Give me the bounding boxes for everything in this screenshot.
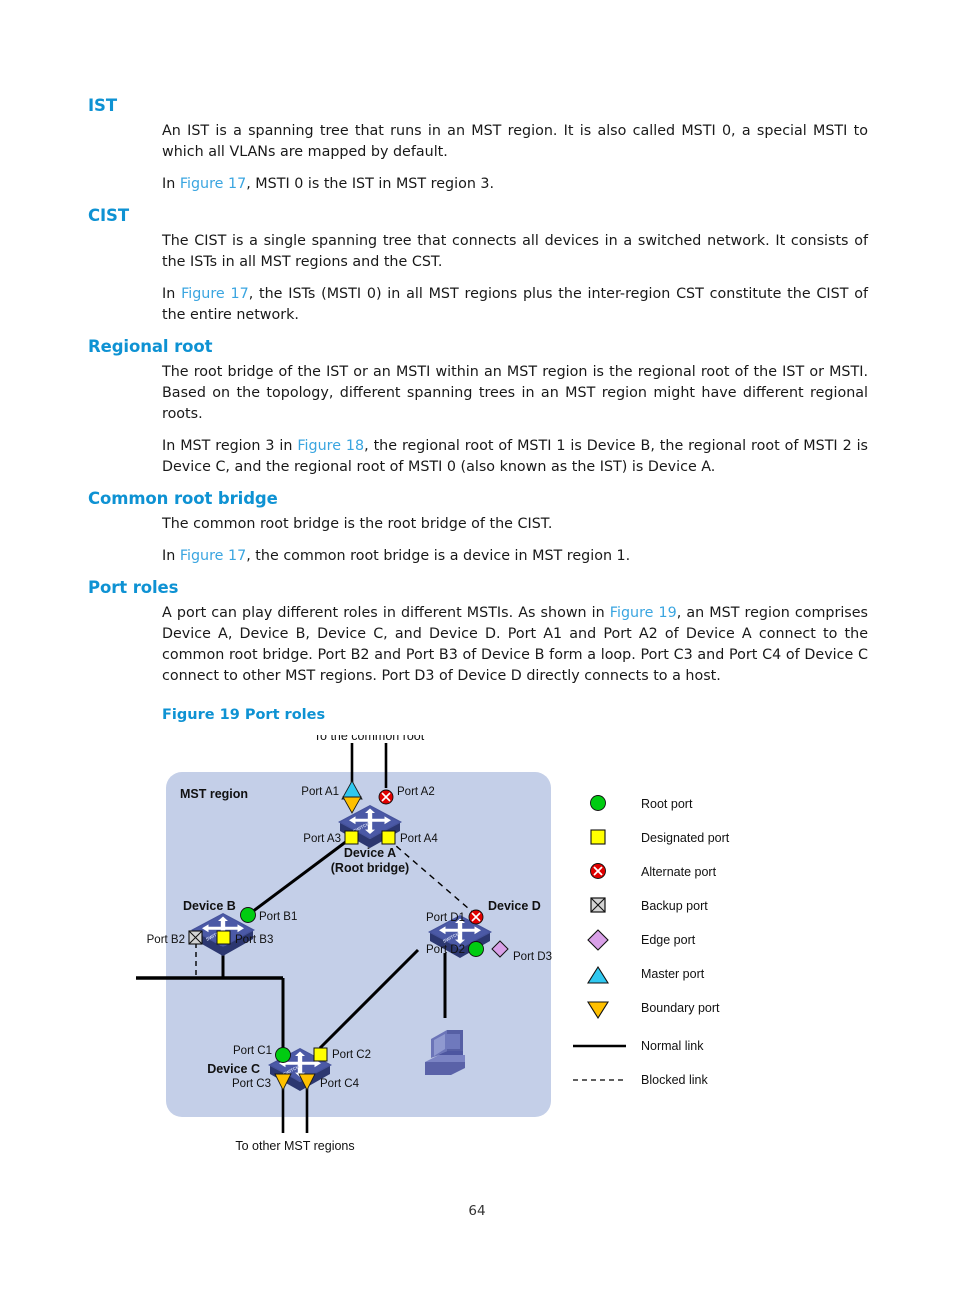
device-label-a: Device A — [344, 846, 396, 860]
device-label-b: Device B — [183, 899, 236, 913]
mst-region-label: MST region — [180, 787, 248, 801]
port-label-a1: Port A1 — [301, 786, 339, 798]
legend-master-port-label: Master port — [641, 967, 705, 981]
port-d1-marker — [468, 909, 484, 925]
legend-backup-port-label: Backup port — [641, 899, 708, 913]
port-label-a4: Port A4 — [400, 833, 438, 845]
legend-root-port-label: Root port — [641, 797, 693, 811]
port-label-a2: Port A2 — [397, 786, 435, 798]
legend-alternate-port-icon — [590, 863, 606, 879]
port-label-b2: Port B2 — [147, 934, 185, 946]
legend-master-port-icon — [587, 965, 609, 984]
port-label-b1: Port B1 — [259, 911, 297, 923]
port-c2-marker — [313, 1047, 328, 1062]
xref-figure-17[interactable]: Figure 17 — [181, 286, 249, 302]
paragraph-cist-1: The CIST is a single spanning tree that … — [162, 233, 868, 270]
figure-19-port-roles: SWITCH MST region — [88, 735, 878, 1155]
xref-figure-18[interactable]: Figure 18 — [297, 438, 364, 454]
port-label-c3: Port C3 — [232, 1078, 271, 1090]
figure-legend: Root port Designated port Alternate port… — [573, 795, 730, 1087]
page-content: IST An IST is a spanning tree that runs … — [88, 96, 868, 723]
paragraph-regional-root-1: The root bridge of the IST or an MSTI wi… — [162, 364, 868, 422]
paragraph-port-roles-1: A port can play different roles in diffe… — [162, 605, 869, 684]
paragraph-cist-2: In Figure 17, the ISTs (MSTI 0) in all M… — [162, 286, 868, 323]
device-label-d: Device D — [488, 899, 541, 913]
heading-port-roles: Port roles — [88, 578, 179, 597]
port-label-d3: Port D3 — [513, 951, 552, 963]
paragraph-ist-1: An IST is a spanning tree that runs in a… — [162, 123, 868, 160]
port-b2-marker — [188, 930, 203, 945]
port-label-c2: Port C2 — [332, 1049, 371, 1061]
port-a2-marker — [378, 789, 394, 805]
port-d2-marker — [468, 941, 484, 957]
xref-figure-17[interactable]: Figure 17 — [180, 176, 246, 192]
port-label-d1: Port D1 — [426, 912, 465, 924]
legend-boundary-port-icon — [587, 1001, 609, 1020]
port-b3-marker — [216, 930, 231, 945]
legend-boundary-port-label: Boundary port — [641, 1001, 720, 1015]
port-label-c1: Port C1 — [233, 1045, 272, 1057]
port-c1-marker — [275, 1047, 291, 1063]
port-a4-marker — [381, 830, 396, 845]
heading-ist: IST — [88, 96, 117, 115]
port-label-c4: Port C4 — [320, 1078, 360, 1090]
port-b1-marker — [240, 907, 256, 923]
port-label-d2: Port D2 — [426, 944, 465, 956]
legend-edge-port-label: Edge port — [641, 933, 696, 947]
paragraph-common-root-1: The common root bridge is the root bridg… — [162, 516, 553, 532]
device-label-a-subtitle: (Root bridge) — [331, 861, 409, 875]
paragraph-ist-2: In Figure 17, MSTI 0 is the IST in MST r… — [162, 176, 495, 192]
legend-root-port-icon — [590, 795, 606, 811]
port-a3-marker — [344, 830, 359, 845]
legend-designated-port-icon — [590, 829, 606, 845]
legend-alternate-port-label: Alternate port — [641, 865, 717, 879]
legend-backup-port-icon — [590, 897, 606, 913]
port-label-a3: Port A3 — [303, 833, 341, 845]
legend-designated-port-label: Designated port — [641, 831, 730, 845]
legend-edge-port-icon — [587, 929, 609, 951]
figure-caption: Figure 19 Port roles — [162, 707, 326, 723]
paragraph-common-root-2: In Figure 17, the common root bridge is … — [162, 548, 631, 564]
port-label-b3: Port B3 — [235, 934, 273, 946]
device-label-c: Device C — [207, 1062, 260, 1076]
paragraph-regional-root-2: In MST region 3 in Figure 18, the region… — [162, 438, 868, 475]
document-page: IST An IST is a spanning tree that runs … — [0, 0, 954, 1296]
annotation-to-common-root: To the common root — [314, 735, 425, 743]
legend-normal-link-label: Normal link — [641, 1039, 704, 1053]
annotation-to-other-mst-regions: To other MST regions — [235, 1139, 354, 1153]
heading-cist: CIST — [88, 206, 129, 225]
heading-regional-root: Regional root — [88, 337, 213, 356]
xref-figure-19[interactable]: Figure 19 — [610, 605, 677, 621]
page-number: 64 — [468, 1203, 486, 1219]
legend-blocked-link-label: Blocked link — [641, 1073, 708, 1087]
xref-figure-17[interactable]: Figure 17 — [180, 548, 246, 564]
heading-common-root-bridge: Common root bridge — [88, 489, 278, 508]
